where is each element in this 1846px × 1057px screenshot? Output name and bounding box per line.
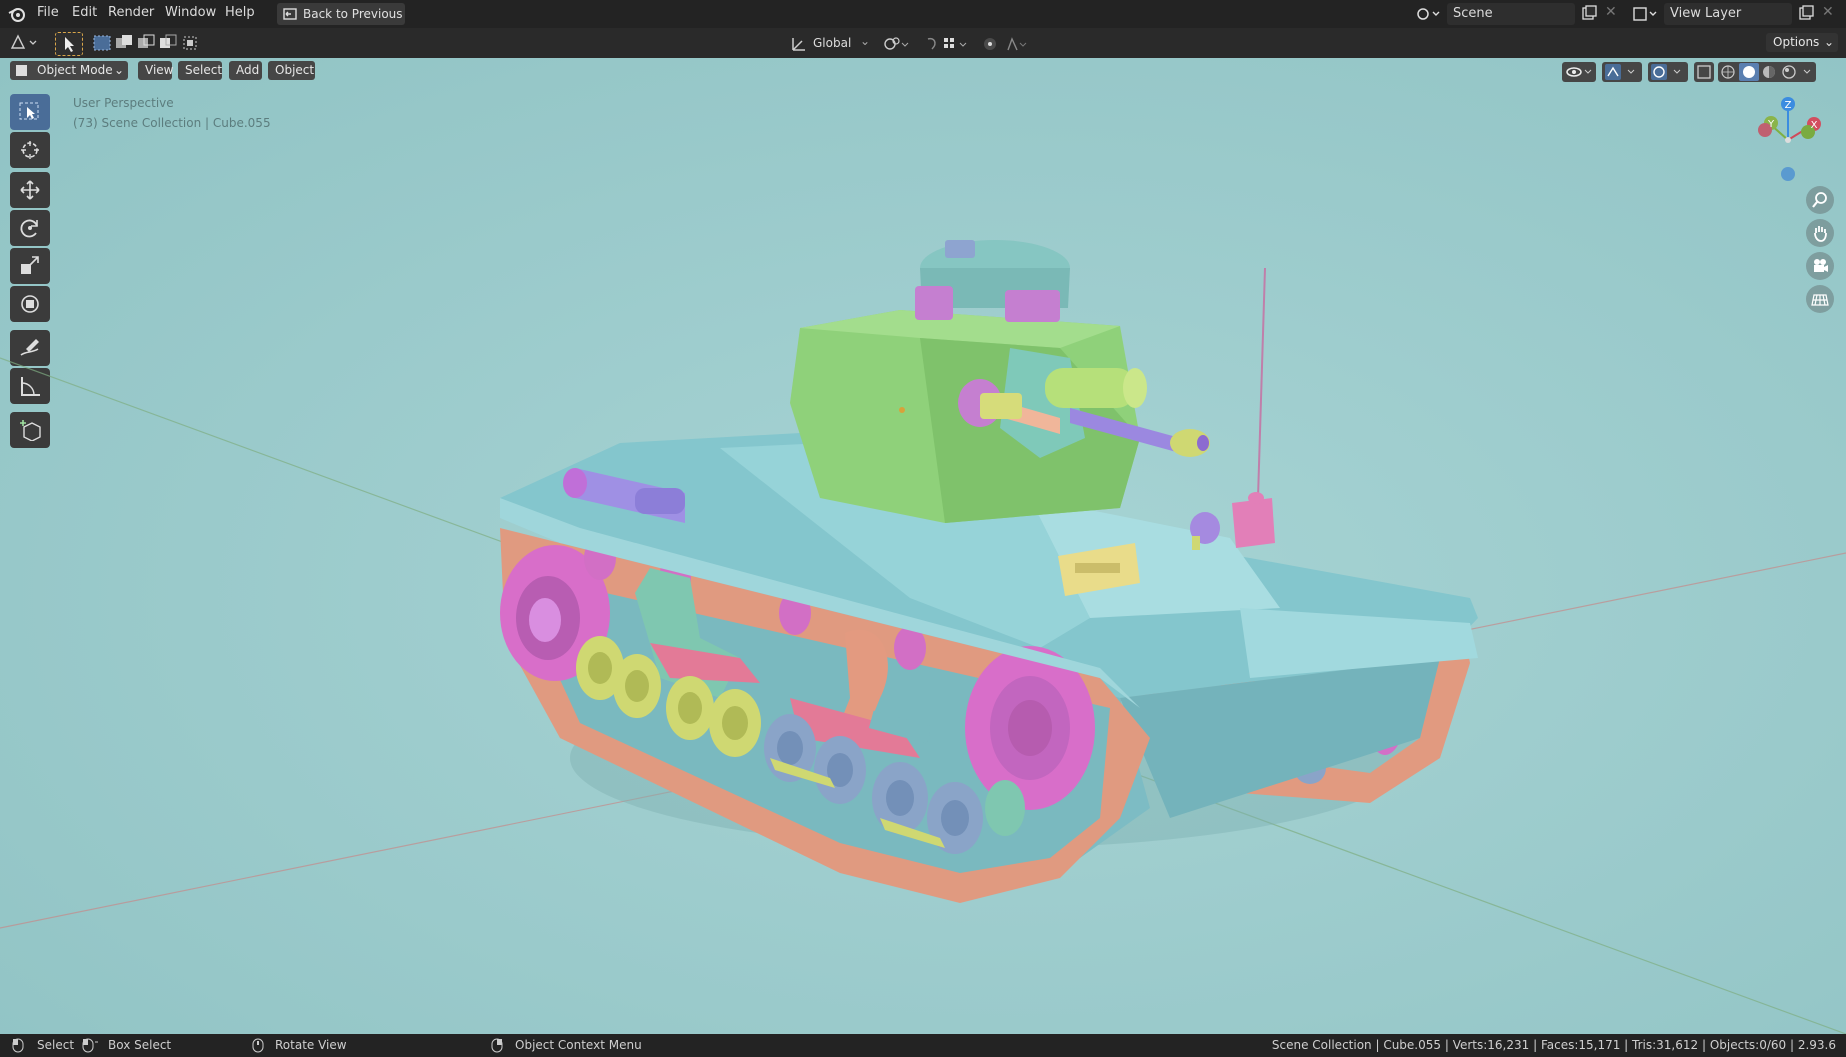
scene-icon[interactable] [1415,5,1441,23]
status-bar: Select Box Select Rotate View Object Con… [0,1034,1846,1057]
top-menu-bar: File Edit Render Window Help Back to Pre… [0,0,1846,28]
status-scene-stats: Scene Collection | Cube.055 | Verts:16,2… [1271,1038,1836,1052]
menu-help[interactable]: Help [225,5,255,20]
menu-file[interactable]: File [37,5,59,20]
options-label: Options [1773,35,1820,49]
mouse-middle-icon [252,1038,264,1053]
close-view-layer-icon[interactable]: ✕ [1822,4,1834,20]
options-dropdown[interactable]: Options ⌄ [1766,33,1838,52]
select-mode-icons[interactable] [92,34,200,52]
new-view-layer-icon[interactable] [1798,5,1814,21]
status-box-select: Box Select [108,1038,172,1052]
status-select: Select [37,1038,75,1052]
status-rotate-view: Rotate View [275,1038,347,1052]
select-tool-active[interactable] [55,32,83,56]
mouse-drag-icon [82,1038,98,1053]
status-context-menu: Object Context Menu [515,1038,642,1052]
blender-logo-icon[interactable] [8,5,26,23]
view-layer-name: View Layer [1670,6,1742,21]
view-layer-selector[interactable]: View Layer [1664,3,1792,25]
menu-render[interactable]: Render [108,5,154,20]
tool-settings-bar: Global ⌄ Options ⌄ [0,28,1846,58]
menu-window[interactable]: Window [165,5,216,20]
tank-model[interactable] [0,58,1846,1034]
menu-edit[interactable]: Edit [72,5,97,20]
scene-selector[interactable]: Scene [1447,3,1575,25]
3d-viewport[interactable]: Object Mode ⌄ View Select Add Object Use… [0,58,1846,1034]
mouse-left-icon [12,1038,24,1053]
view-layer-icon[interactable] [1632,5,1660,23]
back-to-previous-button[interactable]: Back to Previous [277,3,405,25]
transform-orientation-icon[interactable] [790,35,808,53]
close-scene-icon[interactable]: ✕ [1605,4,1617,20]
transform-orientation-dropdown[interactable]: Global [813,36,851,50]
mouse-right-icon [491,1038,503,1053]
new-scene-icon[interactable] [1581,5,1597,21]
back-icon [283,8,297,20]
options-chevron-icon: ⌄ [1824,35,1835,49]
scene-name: Scene [1453,6,1493,21]
orientation-chevron-icon[interactable]: ⌄ [860,34,870,48]
pivot-snap-icons[interactable] [882,35,1032,53]
back-to-previous-label: Back to Previous [303,7,403,21]
editor-type-icon[interactable] [10,34,42,52]
